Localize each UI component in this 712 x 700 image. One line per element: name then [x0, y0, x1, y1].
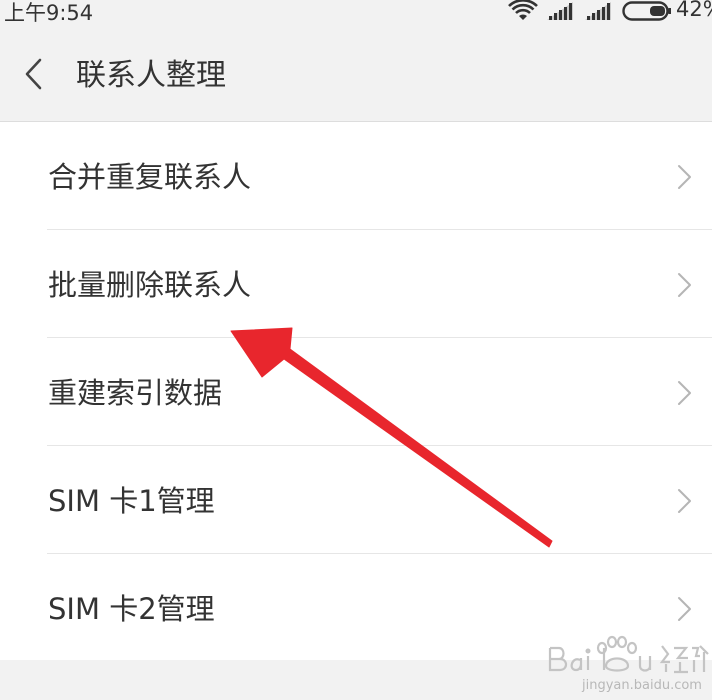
baidu-logo: [548, 635, 709, 674]
menu-item-batch-delete[interactable]: 批量删除联系人: [0, 230, 712, 338]
menu-item-sim1[interactable]: SIM 卡1管理: [0, 446, 712, 554]
menu-item-label: SIM 卡1管理: [48, 484, 215, 518]
chevron-left-icon: [25, 58, 42, 90]
chevron-right-icon: [678, 381, 691, 405]
menu-item-rebuild-index[interactable]: 重建索引数据: [0, 338, 712, 446]
menu-item-label: SIM 卡2管理: [48, 592, 215, 626]
menu-item-label: 重建索引数据: [48, 376, 223, 410]
chevron-right-icon: [678, 489, 691, 513]
status-time: 上午9:54: [4, 1, 94, 25]
signal-icon: [585, 2, 611, 20]
settings-list: 合并重复联系人 批量删除联系人 重建索引数据 SIM 卡1管理 SIM 卡2管理: [0, 122, 712, 662]
chevron-right-icon: [678, 165, 691, 189]
chevron-right-icon: [678, 597, 691, 621]
signal-icon: [547, 2, 573, 20]
battery-icon: [622, 1, 671, 21]
watermark-url: jingyan.baidu.com: [582, 678, 702, 693]
back-button[interactable]: [18, 54, 54, 94]
status-bar: 上午9:54 42%: [0, 0, 712, 25]
menu-item-label: 批量删除联系人: [48, 268, 252, 302]
header-bar: 联系人整理: [0, 24, 712, 122]
baidu-watermark: jingyan.baidu.com: [540, 626, 710, 696]
chevron-right-icon: [678, 273, 691, 297]
battery-percent: 42%: [676, 0, 712, 21]
menu-item-merge-duplicates[interactable]: 合并重复联系人: [0, 122, 712, 230]
page-title: 联系人整理: [76, 58, 226, 93]
wifi-icon: [508, 0, 538, 20]
menu-item-label: 合并重复联系人: [48, 160, 252, 194]
